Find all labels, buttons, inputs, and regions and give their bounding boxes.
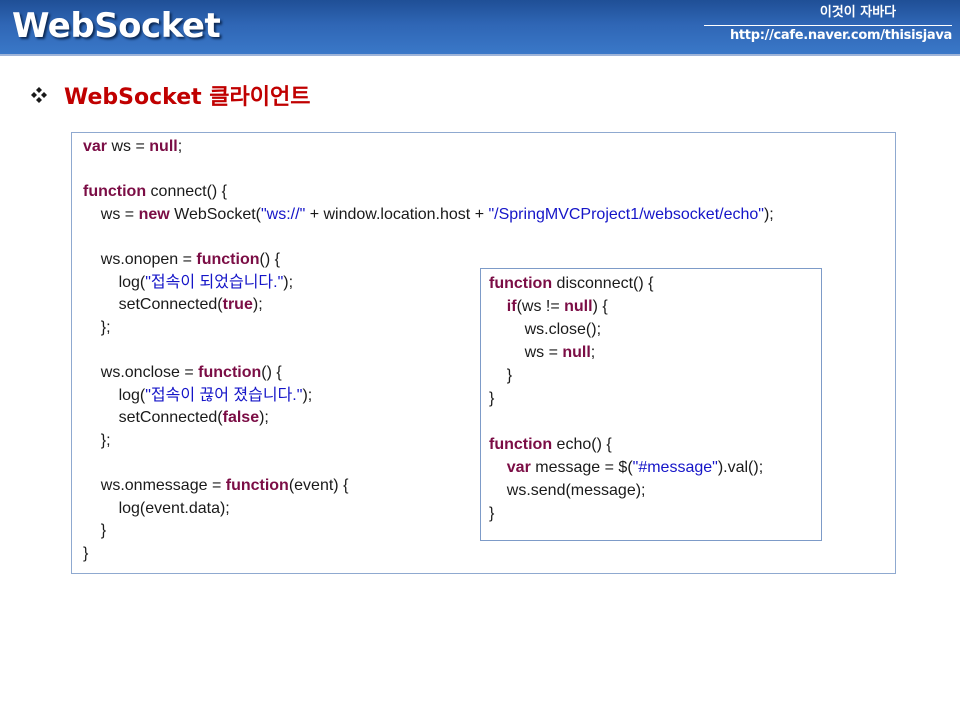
code-token: disconnect() { (552, 275, 654, 292)
code-token: } (83, 544, 89, 562)
code-token: echo() { (552, 436, 612, 453)
code-string: "#message" (632, 459, 718, 476)
code-keyword: function (489, 436, 553, 453)
code-line: function disconnect() { (489, 272, 763, 295)
code-keyword: if (506, 298, 517, 315)
code-token: ); (252, 296, 263, 314)
code-line: } (489, 364, 763, 387)
code-keyword: false (222, 409, 260, 427)
code-line: } (489, 502, 763, 525)
code-line: ws = null; (489, 341, 763, 364)
code-token: ) { (592, 298, 608, 315)
code-block-side: function disconnect() { if(ws != null) {… (480, 268, 822, 541)
code-line: ws = new WebSocket("ws://" + window.loca… (83, 204, 774, 227)
code-token: ); (259, 409, 269, 427)
code-token: ws.onmessage = (83, 476, 226, 494)
code-line: ws.close(); (489, 318, 763, 341)
code-keyword: function (196, 250, 260, 268)
code-token: log( (83, 386, 146, 404)
code-line: function connect() { (83, 181, 774, 204)
code-string: "/SpringMVCProject1/websocket/echo" (488, 205, 764, 223)
code-string: "접속이 끊어 졌습니다." (145, 386, 303, 404)
code-token: } (489, 390, 495, 407)
code-token: ); (763, 205, 774, 223)
code-line: function echo() { (489, 433, 763, 456)
code-keyword: null (562, 344, 591, 361)
code-token: } (489, 505, 495, 522)
code-line: if(ws != null) { (489, 295, 763, 318)
code-token: setConnected( (83, 296, 223, 314)
code-keyword: null (564, 298, 593, 315)
code-token: ).val(); (717, 459, 764, 476)
code-string: "ws://" (261, 205, 306, 223)
code-token: + window.location.host + (305, 205, 489, 223)
code-token: log(event.data); (83, 499, 230, 517)
code-token: ); (283, 273, 294, 291)
code-token: }; (83, 431, 111, 449)
code-token: }; (83, 318, 111, 336)
code-token: } (83, 522, 107, 540)
code-token: ws = (83, 205, 139, 223)
code-keyword: new (138, 205, 170, 223)
code-keyword: var (506, 459, 531, 476)
code-keyword: function (489, 275, 553, 292)
code-keyword: null (149, 138, 178, 155)
page-title: WebSocket (12, 6, 221, 46)
code-token: message = $( (530, 459, 633, 476)
code-keyword: true (222, 296, 253, 314)
code-keyword: function (198, 363, 262, 381)
code-line: ws.send(message); (489, 479, 763, 502)
code-keyword: function (225, 476, 289, 494)
code-token: } (489, 367, 513, 384)
code-keyword: var (83, 138, 108, 155)
code-token: () { (259, 250, 280, 268)
code-token: ); (302, 386, 313, 404)
brand-url: http://cafe.naver.com/thisisjava (729, 28, 952, 43)
brand-name: 이것이 자바다 (704, 4, 952, 26)
code-token: ; (177, 138, 183, 155)
code-line: var message = $("#message").val(); (489, 456, 763, 479)
code-token: ws.close(); (489, 321, 602, 338)
section-title: WebSocket 클라이언트 (64, 85, 311, 110)
diamond-bullet-icon (30, 86, 48, 104)
code-token: ws = (489, 344, 563, 361)
section-heading: WebSocket 클라이언트 (30, 80, 311, 110)
code-token: WebSocket( (169, 205, 261, 223)
code-side-text: function disconnect() { if(ws != null) {… (489, 272, 763, 525)
code-token: connect() { (146, 183, 228, 201)
code-token: (event) { (288, 476, 349, 494)
code-line: } (489, 387, 763, 410)
code-token: log( (83, 273, 146, 291)
code-token: ws.send(message); (489, 482, 646, 499)
code-line: } (83, 543, 774, 566)
code-token: ws = (107, 138, 150, 155)
code-line: var ws = null; (83, 136, 774, 159)
code-token: () { (261, 363, 282, 381)
header-bar: WebSocket 이것이 자바다 http://cafe.naver.com/… (0, 0, 960, 56)
brand-block: 이것이 자바다 http://cafe.naver.com/thisisjava (704, 4, 952, 46)
code-token: setConnected( (83, 409, 223, 427)
code-token: ws.onopen = (83, 250, 197, 268)
code-keyword: function (83, 183, 147, 201)
code-token: ; (590, 344, 596, 361)
code-string: "접속이 되었습니다." (145, 273, 284, 291)
code-token: ws.onclose = (83, 363, 199, 381)
code-token: (ws != (516, 298, 565, 315)
